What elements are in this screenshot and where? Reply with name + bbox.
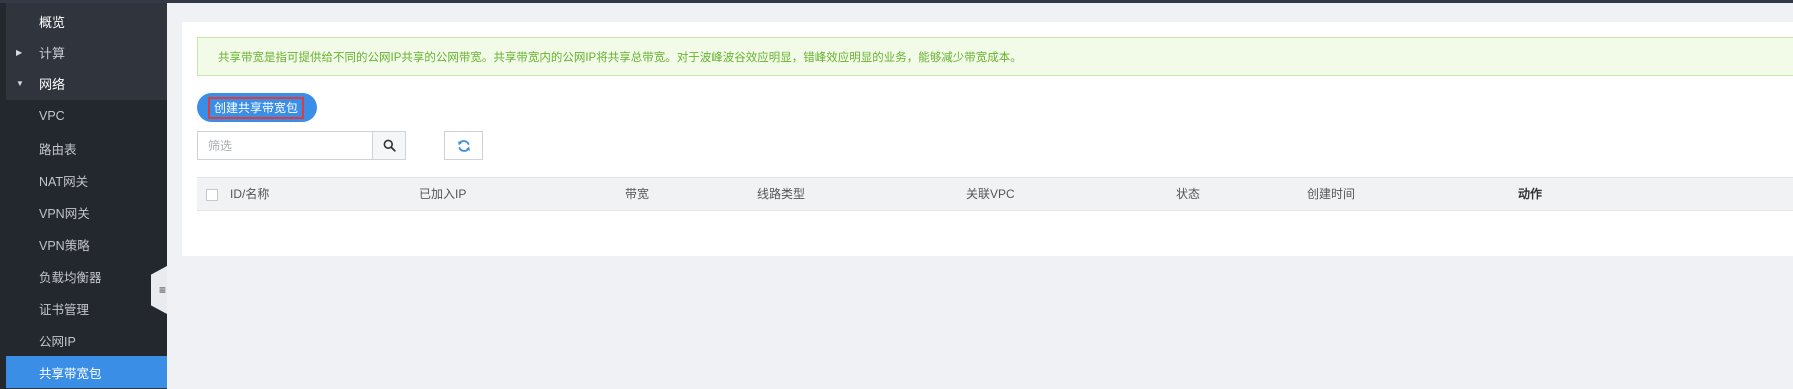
create-button-label: 创建共享带宽包 (208, 96, 305, 119)
column-header-line-type[interactable]: 线路类型 (757, 178, 805, 210)
table-header: ID/名称 已加入IP 带宽 线路类型 关联VPC 状态 创建时间 动作 (197, 177, 1793, 211)
column-header-status[interactable]: 状态 (1176, 178, 1200, 210)
column-header-created-time[interactable]: 创建时间 (1307, 178, 1355, 210)
refresh-button[interactable] (444, 131, 483, 160)
network-submenu: VPC 路由表 NAT网关 VPN网关 VPN策略 负载均衡器 证书管理 公网I… (6, 100, 167, 388)
refresh-icon (457, 139, 470, 152)
main-panel: 共享带宽是指可提供给不同的公网IP共享的公网带宽。共享带宽内的公网IP将共享总带… (182, 22, 1793, 256)
sidebar: 概览 ▶ 计算 ▼ 网络 VPC 路由表 NAT网关 VPN网关 VPN策略 负… (0, 3, 167, 389)
filter-input[interactable] (198, 132, 372, 159)
column-header-attached-ip[interactable]: 已加入IP (419, 178, 466, 210)
caret-down-icon: ▼ (16, 78, 24, 88)
sidebar-item-label: 网络 (39, 76, 66, 92)
top-bar (0, 0, 1793, 3)
sidebar-item-overview[interactable]: 概览 (6, 5, 167, 37)
sidebar-item-nat-gateway[interactable]: NAT网关 (6, 164, 167, 196)
caret-right-icon: ▶ (16, 47, 23, 57)
sidebar-item-load-balancer[interactable]: 负载均衡器 (6, 260, 167, 292)
sidebar-item-vpn-gateway[interactable]: VPN网关 (6, 196, 167, 228)
sidebar-item-label: 计算 (39, 45, 66, 61)
sidebar-item-network[interactable]: ▼ 网络 (6, 67, 167, 99)
column-header-id-name[interactable]: ID/名称 (230, 178, 269, 210)
sidebar-item-label: 概览 (39, 14, 66, 30)
sidebar-item-route-table[interactable]: 路由表 (6, 132, 167, 164)
sidebar-item-certificates[interactable]: 证书管理 (6, 292, 167, 324)
create-shared-bandwidth-button[interactable]: 创建共享带宽包 (197, 93, 317, 122)
sidebar-item-vpc[interactable]: VPC (6, 100, 167, 132)
sidebar-item-shared-bandwidth[interactable]: 共享带宽包 (6, 356, 167, 388)
search-icon (383, 139, 396, 152)
select-all-checkbox[interactable] (206, 189, 218, 201)
search-button[interactable] (372, 132, 405, 159)
menu-collapse-icon: ≡ (158, 283, 166, 297)
column-header-actions: 动作 (1518, 187, 1543, 201)
column-header-associated-vpc[interactable]: 关联VPC (966, 178, 1015, 210)
sidebar-item-vpn-policy[interactable]: VPN策略 (6, 228, 167, 260)
sidebar-item-public-ip[interactable]: 公网IP (6, 324, 167, 356)
sidebar-item-compute[interactable]: ▶ 计算 (6, 36, 167, 68)
filter-box (197, 131, 406, 160)
column-header-bandwidth[interactable]: 带宽 (625, 178, 649, 210)
info-notice: 共享带宽是指可提供给不同的公网IP共享的公网带宽。共享带宽内的公网IP将共享总带… (197, 37, 1793, 76)
